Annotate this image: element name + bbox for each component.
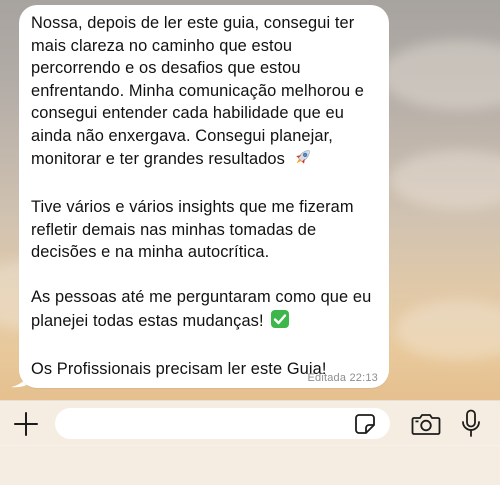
cloud-shape	[395, 300, 500, 360]
message-input-bar	[0, 400, 500, 446]
check-mark-button-emoji	[270, 309, 290, 336]
bottom-safe-area	[0, 445, 500, 485]
message-input[interactable]	[55, 408, 390, 439]
message-text: Nossa, depois de ler este guia, consegui…	[31, 12, 375, 380]
message-meta: Editada 22:13	[307, 372, 378, 384]
edited-label: Editada	[307, 372, 347, 384]
message-paragraph: Tive vários e vários insights que me fiz…	[31, 198, 354, 261]
plus-icon[interactable]	[12, 410, 40, 438]
cloud-shape	[390, 150, 500, 210]
message-paragraph: As pessoas até me perguntaram como que e…	[31, 286, 375, 335]
message-bubble[interactable]: Nossa, depois de ler este guia, consegui…	[19, 5, 389, 388]
message-paragraph: Nossa, depois de ler este guia, consegui…	[31, 12, 375, 174]
camera-icon[interactable]	[409, 409, 443, 439]
microphone-icon[interactable]	[458, 408, 484, 440]
cloud-shape	[380, 40, 500, 110]
rocket-emoji	[292, 147, 314, 174]
sticker-icon[interactable]	[353, 412, 377, 436]
message-time: 22:13	[349, 372, 378, 384]
